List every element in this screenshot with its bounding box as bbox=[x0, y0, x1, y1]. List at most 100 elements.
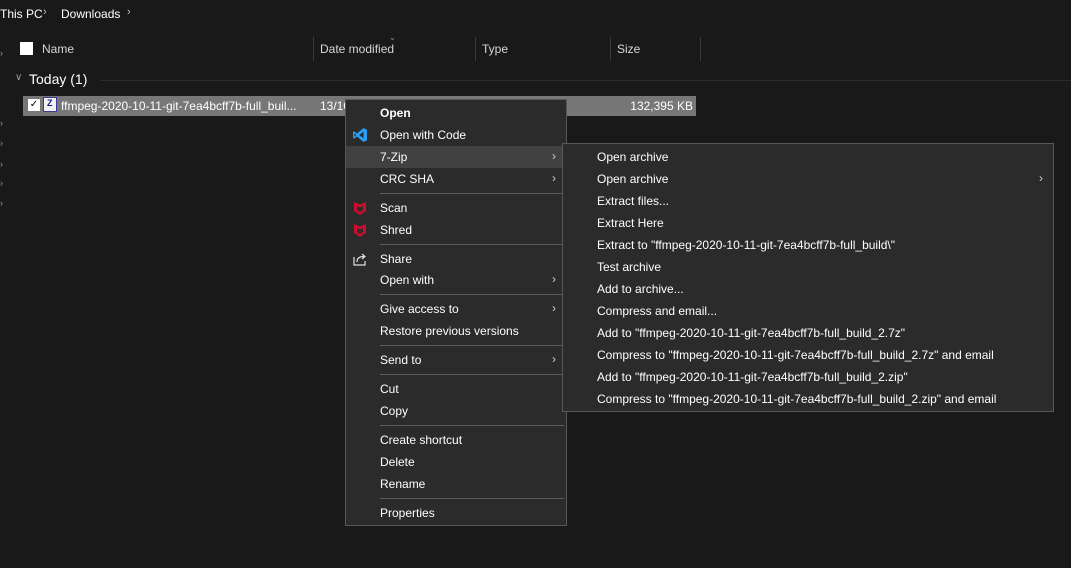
group-collapse-chevron-icon[interactable]: ∨ bbox=[15, 72, 22, 83]
menu-item-label: Cut bbox=[380, 382, 399, 396]
column-header-size[interactable]: Size bbox=[617, 42, 640, 68]
submenu-item-label: Compress to "ffmpeg-2020-10-11-git-7ea4b… bbox=[597, 348, 994, 362]
mcafee-icon bbox=[352, 222, 368, 238]
submenu-item-extract-to-folder[interactable]: Extract to "ffmpeg-2020-10-11-git-7ea4bc… bbox=[563, 234, 1053, 256]
submenu-item-compress-zip-email[interactable]: Compress to "ffmpeg-2020-10-11-git-7ea4b… bbox=[563, 388, 1053, 410]
menu-item-label: Delete bbox=[380, 455, 415, 469]
menu-item-properties[interactable]: Properties bbox=[346, 502, 566, 524]
submenu-item-label: Compress to "ffmpeg-2020-10-11-git-7ea4b… bbox=[597, 392, 997, 406]
submenu-item-label: Add to archive... bbox=[597, 282, 684, 296]
submenu-item-compress-7z-email[interactable]: Compress to "ffmpeg-2020-10-11-git-7ea4b… bbox=[563, 344, 1053, 366]
menu-item-crc-sha[interactable]: CRC SHA › bbox=[346, 168, 566, 190]
nav-chevron-icon[interactable]: › bbox=[0, 49, 3, 58]
menu-item-restore-previous-versions[interactable]: Restore previous versions bbox=[346, 320, 566, 342]
select-all-checkbox[interactable] bbox=[20, 42, 33, 55]
row-checkbox[interactable]: ✓ bbox=[28, 99, 40, 111]
menu-item-label: Shred bbox=[380, 223, 413, 237]
menu-item-give-access-to[interactable]: Give access to › bbox=[346, 298, 566, 320]
menu-item-label: Rename bbox=[380, 477, 426, 491]
submenu-arrow-icon: › bbox=[552, 272, 556, 286]
group-header-today[interactable]: Today (1) bbox=[29, 71, 87, 87]
submenu-item-label: Test archive bbox=[597, 260, 662, 274]
menu-item-label: Send to bbox=[380, 353, 422, 367]
submenu-item-open-archive-more[interactable]: Open archive › bbox=[563, 168, 1053, 190]
menu-item-open[interactable]: Open bbox=[346, 102, 566, 124]
column-divider[interactable] bbox=[700, 37, 701, 61]
submenu-item-label: Open archive bbox=[597, 172, 669, 186]
submenu-item-test-archive[interactable]: Test archive bbox=[563, 256, 1053, 278]
menu-item-label: Open bbox=[380, 106, 411, 120]
menu-item-send-to[interactable]: Send to › bbox=[346, 349, 566, 371]
menu-item-rename[interactable]: Rename bbox=[346, 473, 566, 495]
mcafee-icon bbox=[352, 200, 368, 216]
menu-item-label: 7-Zip bbox=[380, 150, 408, 164]
breadcrumb-downloads[interactable]: Downloads bbox=[61, 7, 120, 21]
sort-down-icon: ⌄ bbox=[389, 33, 396, 42]
submenu-item-open-archive[interactable]: Open archive bbox=[563, 146, 1053, 168]
menu-separator bbox=[380, 425, 564, 426]
submenu-arrow-icon: › bbox=[552, 171, 556, 185]
menu-item-copy[interactable]: Copy bbox=[346, 400, 566, 422]
navigation-pane-edge: › › › › › › bbox=[0, 36, 8, 568]
menu-item-label: Open with bbox=[380, 273, 435, 287]
menu-separator bbox=[380, 244, 564, 245]
submenu-item-add-to-7z[interactable]: Add to "ffmpeg-2020-10-11-git-7ea4bcff7b… bbox=[563, 322, 1053, 344]
menu-separator bbox=[380, 345, 564, 346]
menu-separator bbox=[380, 374, 564, 375]
menu-item-share[interactable]: Share bbox=[346, 248, 566, 270]
column-header-name[interactable]: Name bbox=[42, 42, 74, 68]
submenu-arrow-icon: › bbox=[1039, 171, 1043, 185]
submenu-item-label: Add to "ffmpeg-2020-10-11-git-7ea4bcff7b… bbox=[597, 370, 908, 384]
submenu-item-label: Add to "ffmpeg-2020-10-11-git-7ea4bcff7b… bbox=[597, 326, 906, 340]
menu-separator bbox=[380, 498, 564, 499]
submenu-item-add-to-archive[interactable]: Add to archive... bbox=[563, 278, 1053, 300]
nav-chevron-icon[interactable]: › bbox=[0, 139, 3, 148]
submenu-item-label: Extract files... bbox=[597, 194, 670, 208]
submenu-arrow-icon: › bbox=[552, 149, 556, 163]
menu-item-create-shortcut[interactable]: Create shortcut bbox=[346, 429, 566, 451]
menu-item-7zip[interactable]: 7-Zip › bbox=[346, 146, 566, 168]
vscode-icon bbox=[352, 127, 368, 143]
column-header-type[interactable]: Type bbox=[482, 42, 508, 68]
submenu-7zip: Open archive Open archive › Extract file… bbox=[562, 143, 1054, 412]
column-header-date-modified[interactable]: Date modified bbox=[320, 42, 394, 68]
menu-item-label: Copy bbox=[380, 404, 409, 418]
menu-item-label: Give access to bbox=[380, 302, 459, 316]
chevron-right-icon[interactable]: › bbox=[43, 6, 47, 18]
menu-item-label: CRC SHA bbox=[380, 172, 435, 186]
menu-item-scan[interactable]: Scan bbox=[346, 197, 566, 219]
chevron-right-icon[interactable]: › bbox=[127, 6, 131, 18]
breadcrumb-this-pc[interactable]: This PC bbox=[0, 7, 43, 21]
menu-item-shred[interactable]: Shred bbox=[346, 219, 566, 241]
submenu-item-extract-files[interactable]: Extract files... bbox=[563, 190, 1053, 212]
menu-item-label: Restore previous versions bbox=[380, 324, 519, 338]
share-icon bbox=[352, 251, 368, 267]
nav-chevron-icon[interactable]: › bbox=[0, 179, 3, 188]
menu-item-label: Open with Code bbox=[380, 128, 467, 142]
menu-item-open-with[interactable]: Open with › bbox=[346, 269, 566, 291]
nav-chevron-icon[interactable]: › bbox=[0, 160, 3, 169]
menu-item-label: Create shortcut bbox=[380, 433, 463, 447]
nav-chevron-icon[interactable]: › bbox=[0, 199, 3, 208]
column-divider[interactable] bbox=[313, 37, 314, 61]
nav-chevron-icon[interactable]: › bbox=[0, 119, 3, 128]
address-bar: This PC › Downloads › bbox=[0, 0, 1071, 30]
file-name[interactable]: ffmpeg-2020-10-11-git-7ea4bcff7b-full_bu… bbox=[61, 99, 296, 113]
submenu-item-add-to-zip[interactable]: Add to "ffmpeg-2020-10-11-git-7ea4bcff7b… bbox=[563, 366, 1053, 388]
submenu-item-compress-and-email[interactable]: Compress and email... bbox=[563, 300, 1053, 322]
menu-item-open-with-code[interactable]: Open with Code bbox=[346, 124, 566, 146]
menu-item-cut[interactable]: Cut bbox=[346, 378, 566, 400]
submenu-item-label: Open archive bbox=[597, 150, 669, 164]
column-divider[interactable] bbox=[475, 37, 476, 61]
submenu-item-label: Extract to "ffmpeg-2020-10-11-git-7ea4bc… bbox=[597, 238, 896, 252]
submenu-item-label: Extract Here bbox=[597, 216, 664, 230]
menu-item-label: Scan bbox=[380, 201, 408, 215]
menu-item-delete[interactable]: Delete bbox=[346, 451, 566, 473]
submenu-item-label: Compress and email... bbox=[597, 304, 718, 318]
column-divider[interactable] bbox=[610, 37, 611, 61]
submenu-arrow-icon: › bbox=[552, 301, 556, 315]
submenu-item-extract-here[interactable]: Extract Here bbox=[563, 212, 1053, 234]
zip-archive-icon: Z bbox=[43, 97, 57, 112]
menu-separator bbox=[380, 193, 564, 194]
submenu-arrow-icon: › bbox=[552, 352, 556, 366]
